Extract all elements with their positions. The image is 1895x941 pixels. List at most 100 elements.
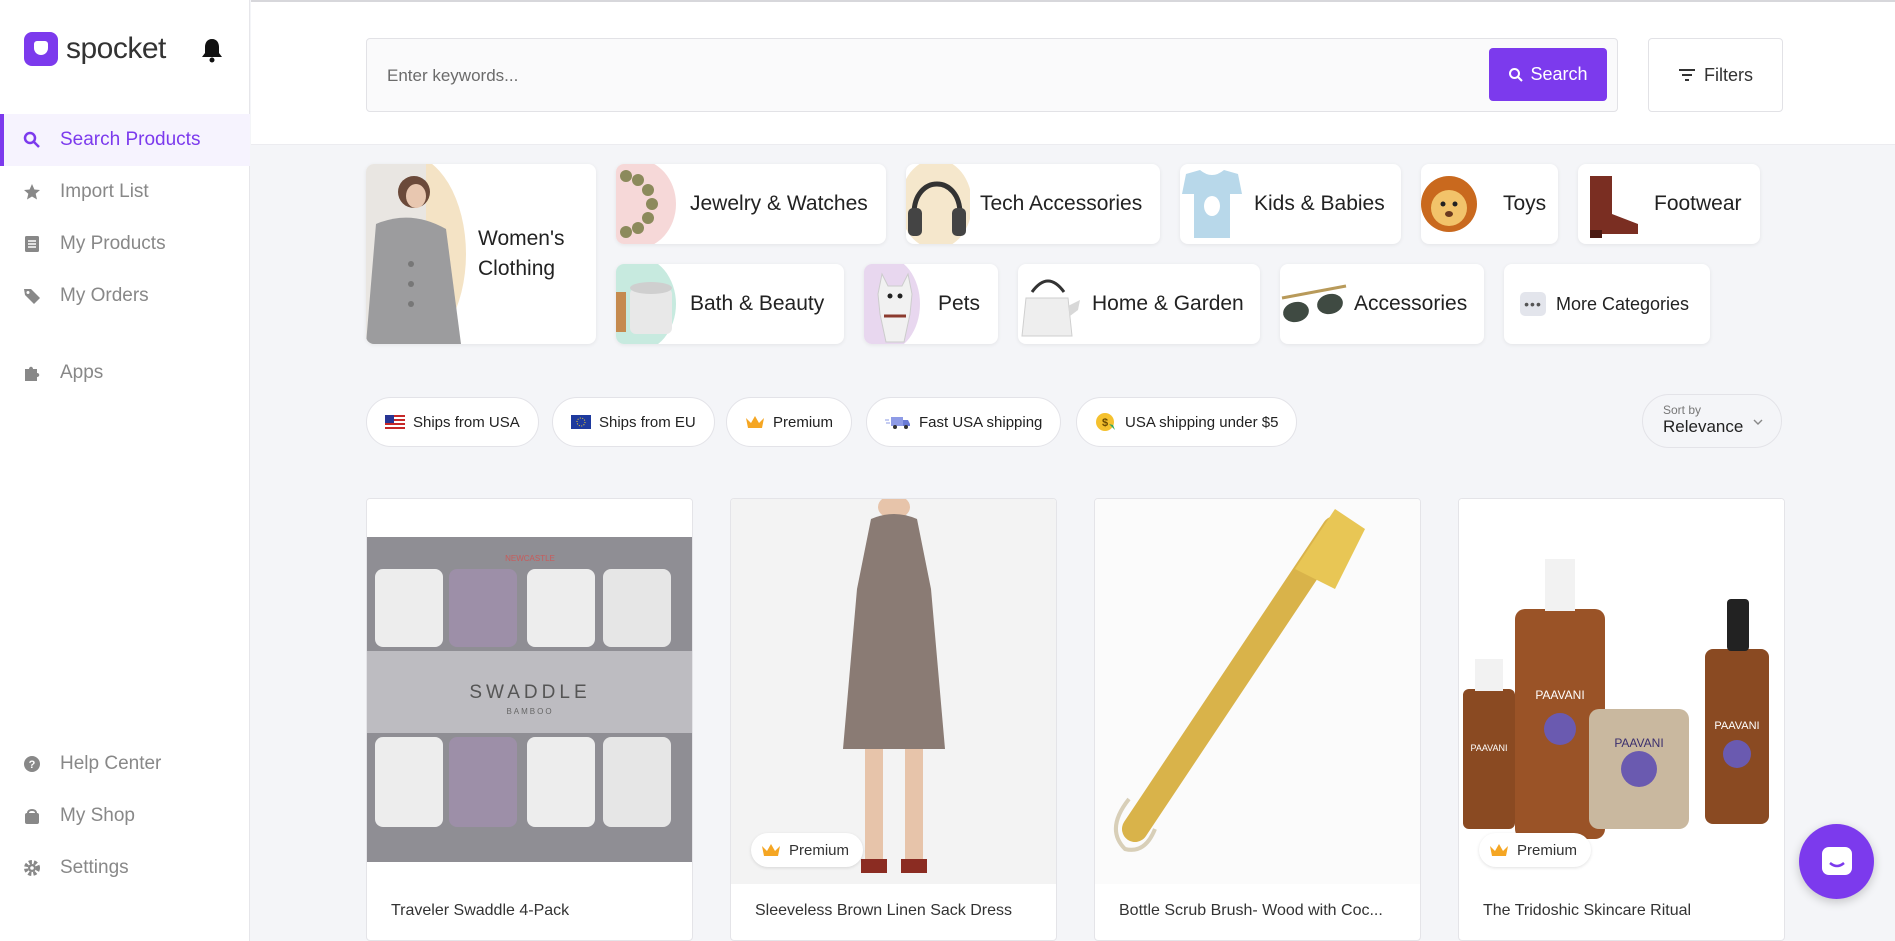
product-image-text: SWADDLE xyxy=(469,682,590,703)
premium-badge-label: Premium xyxy=(1517,841,1578,859)
womens-clothing-thumbnail xyxy=(366,164,466,344)
chip-label: USA shipping under $5 xyxy=(1125,413,1279,431)
sort-dropdown[interactable]: Sort by Relevance xyxy=(1642,394,1782,448)
search-bar: Search xyxy=(366,38,1618,112)
category-label: Jewelry & Watches xyxy=(690,192,868,215)
product-title[interactable]: The Tridoshic Skincare Ritual xyxy=(1483,902,1763,920)
category-label: Bath & Beauty xyxy=(690,292,825,315)
chip-premium[interactable]: Premium xyxy=(726,397,853,447)
category-label: More Categories xyxy=(1556,294,1690,314)
category-label: Toys xyxy=(1503,192,1547,215)
product-image-brand: NEWCASTLE xyxy=(505,554,555,563)
product-title[interactable]: Bottle Scrub Brush- Wood with Coc... xyxy=(1119,902,1399,920)
sort-label: Sort by xyxy=(1663,403,1702,417)
sidebar-item-my-products[interactable]: My Products xyxy=(0,218,250,270)
search-button[interactable]: Search xyxy=(1489,48,1607,101)
sidebar-item-help-center[interactable]: ? Help Center xyxy=(0,738,250,790)
product-image-brand: PAAVANI xyxy=(1614,736,1663,750)
category-accessories[interactable]: Accessories xyxy=(1280,264,1484,344)
product-title[interactable]: Traveler Swaddle 4-Pack xyxy=(391,902,671,920)
product-image: NEWCASTLE SWADDLE BAMBOO xyxy=(367,499,692,884)
crown-icon xyxy=(1490,844,1508,856)
svg-text:$: $ xyxy=(1102,417,1108,429)
category-kids-babies[interactable]: Kids & Babies xyxy=(1180,164,1401,244)
product-image-brand: PAAVANI xyxy=(1714,720,1759,732)
product-card[interactable]: PAAVANI PAAVANI PAAVANI PAAVANI Premium … xyxy=(1458,498,1785,941)
filters-label: Filters xyxy=(1704,64,1753,85)
sidebar-item-my-orders[interactable]: My Orders xyxy=(0,270,250,322)
chip-label: Premium xyxy=(773,413,834,431)
product-image-subtext: BAMBOO xyxy=(506,707,553,716)
chip-label: Fast USA shipping xyxy=(919,413,1043,431)
tag-icon xyxy=(22,286,42,306)
jewelry-thumbnail xyxy=(616,164,676,244)
filter-icon xyxy=(1679,69,1695,81)
bell-icon[interactable] xyxy=(200,37,224,63)
product-card[interactable]: NEWCASTLE SWADDLE BAMBOO Traveler Swaddl… xyxy=(366,498,693,941)
chip-ships-from-eu[interactable]: Ships from EU xyxy=(552,397,715,447)
category-tech-accessories[interactable]: Tech Accessories xyxy=(906,164,1160,244)
product-card[interactable]: Premium Sleeveless Brown Linen Sack Dres… xyxy=(730,498,1057,941)
category-label: Kids & Babies xyxy=(1254,192,1385,215)
candle-thumbnail xyxy=(616,264,676,344)
chip-usa-shipping-under-5[interactable]: $ USA shipping under $5 xyxy=(1076,397,1298,447)
puzzle-icon xyxy=(22,363,42,383)
us-flag-icon xyxy=(385,415,405,429)
dog-thumbnail xyxy=(864,264,920,344)
chat-icon xyxy=(1821,846,1852,875)
filters-button[interactable]: Filters xyxy=(1648,38,1783,112)
category-label: Home & Garden xyxy=(1092,292,1244,315)
product-image xyxy=(1095,499,1420,884)
category-label: Pets xyxy=(938,292,981,315)
chip-fast-usa-shipping[interactable]: Fast USA shipping xyxy=(866,397,1062,447)
category-bath-beauty[interactable]: Bath & Beauty xyxy=(616,264,844,344)
product-title[interactable]: Sleeveless Brown Linen Sack Dress xyxy=(755,902,1035,920)
sidebar-item-apps[interactable]: Apps xyxy=(0,347,250,399)
chevron-down-icon xyxy=(1753,419,1763,425)
kettle-thumbnail xyxy=(1021,279,1080,337)
crown-icon xyxy=(746,416,764,428)
sunglasses-thumbnail xyxy=(1281,284,1347,323)
category-womens-clothing[interactable]: Women's Clothing xyxy=(366,164,596,344)
more-dots-icon: ••• xyxy=(1520,292,1546,316)
chip-label: Ships from USA xyxy=(413,413,520,431)
svg-text:?: ? xyxy=(29,759,36,771)
category-more-categories[interactable]: ••• More Categories xyxy=(1504,264,1710,344)
dollar-coin-icon: $ xyxy=(1096,413,1115,431)
sidebar-item-search-products[interactable]: Search Products xyxy=(0,114,250,166)
product-image-brand: PAAVANI xyxy=(1535,688,1584,702)
premium-badge: Premium xyxy=(751,833,864,867)
star-icon xyxy=(22,182,42,202)
category-label: Tech Accessories xyxy=(980,192,1143,215)
chip-ships-from-usa[interactable]: Ships from USA xyxy=(366,397,539,447)
list-icon xyxy=(22,234,42,254)
category-home-garden[interactable]: Home & Garden xyxy=(1018,264,1260,344)
category-jewelry-watches[interactable]: Jewelry & Watches xyxy=(616,164,886,244)
lion-toy-thumbnail xyxy=(1421,176,1477,232)
category-label: Accessories xyxy=(1354,292,1468,315)
category-label: Footwear xyxy=(1654,192,1742,215)
sidebar-item-settings[interactable]: Settings xyxy=(0,842,250,894)
category-toys[interactable]: Toys xyxy=(1421,164,1558,244)
sidebar-item-label: Search Products xyxy=(60,129,201,150)
sidebar-item-my-shop[interactable]: My Shop xyxy=(0,790,250,842)
sidebar-item-label: My Products xyxy=(60,233,166,254)
sidebar-item-label: My Shop xyxy=(60,805,135,826)
spocket-logo-icon xyxy=(24,32,58,66)
premium-badge-label: Premium xyxy=(789,841,850,859)
search-icon xyxy=(1509,67,1524,82)
chip-label: Ships from EU xyxy=(599,413,696,431)
brand-logo[interactable]: spocket xyxy=(24,32,166,66)
search-input[interactable] xyxy=(387,61,1467,91)
sidebar-item-label: My Orders xyxy=(60,285,149,306)
category-footwear[interactable]: Footwear xyxy=(1578,164,1760,244)
sidebar-item-label: Settings xyxy=(60,857,129,878)
chat-widget-button[interactable] xyxy=(1799,824,1874,899)
search-header: Search Filters xyxy=(251,0,1895,145)
category-pets[interactable]: Pets xyxy=(864,264,998,344)
baby-onesie-thumbnail xyxy=(1182,170,1242,238)
sidebar-item-label: Import List xyxy=(60,181,149,202)
product-card[interactable]: Bottle Scrub Brush- Wood with Coc... xyxy=(1094,498,1421,941)
boot-thumbnail xyxy=(1590,176,1638,238)
sidebar-item-import-list[interactable]: Import List xyxy=(0,166,250,218)
